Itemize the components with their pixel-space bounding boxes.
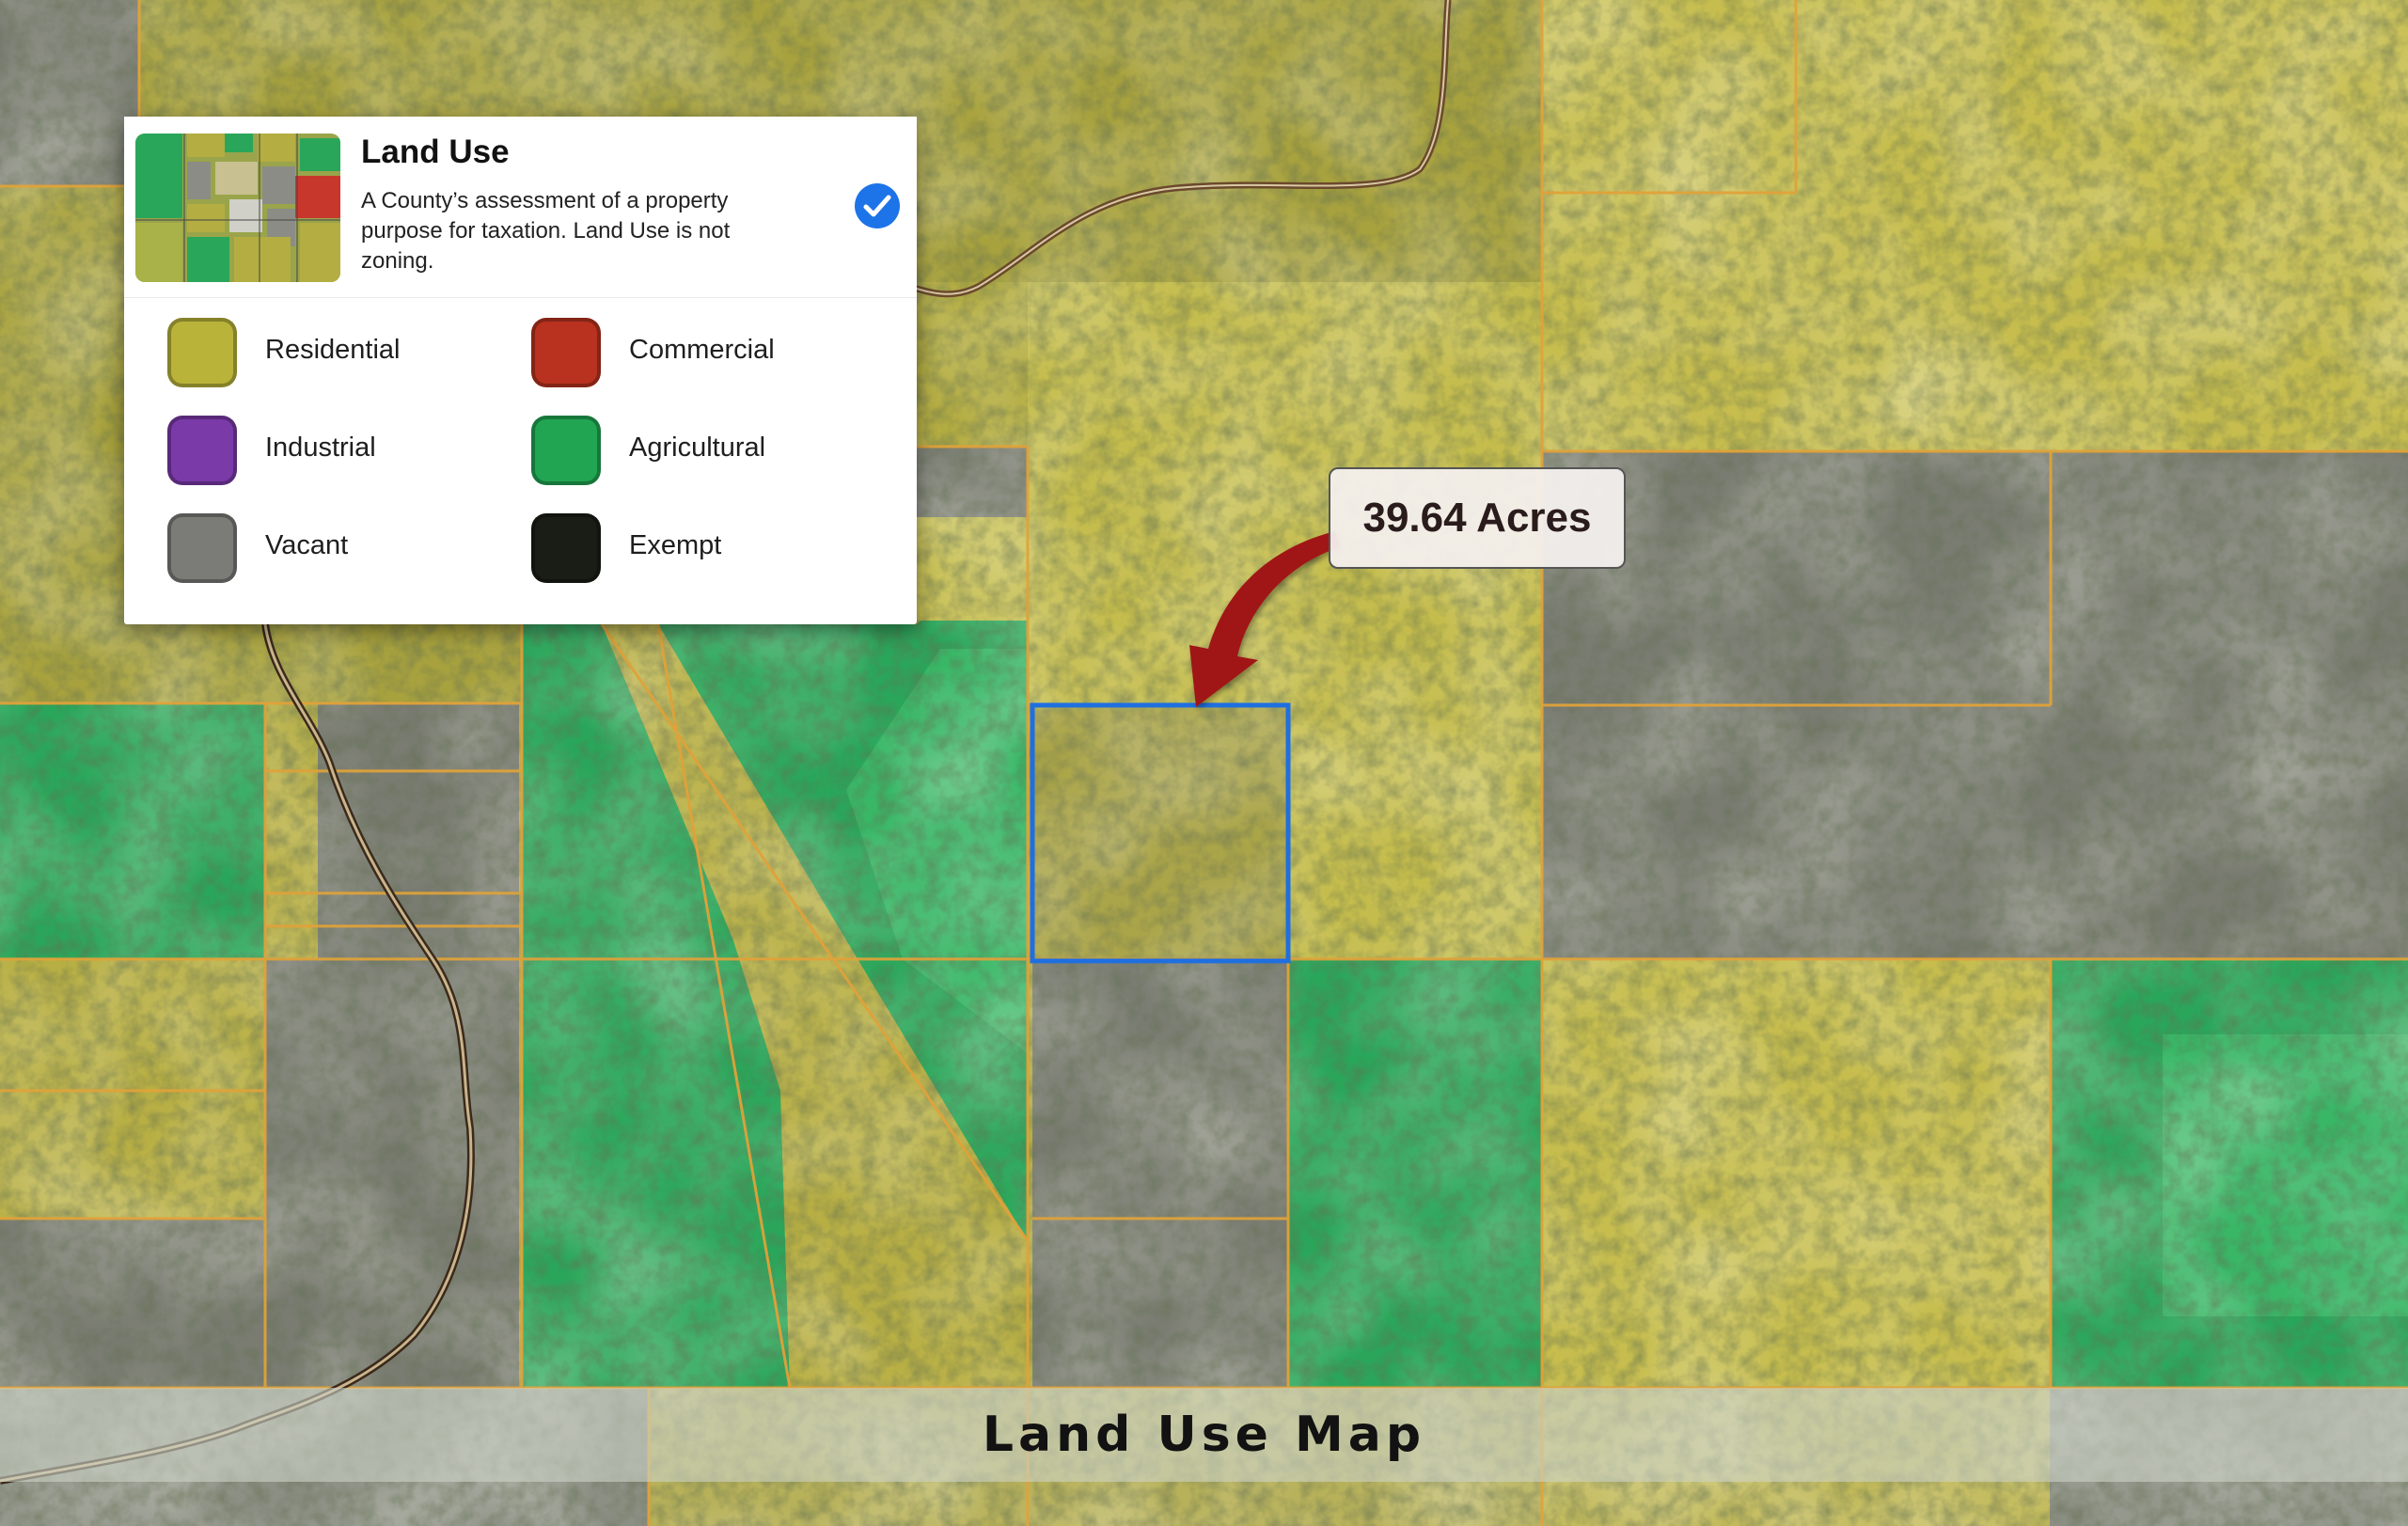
legend-label: Residential (265, 335, 401, 365)
legend-item-industrial: Industrial (124, 406, 463, 485)
map-view[interactable]: Land Use A County’s assessment of a prop… (0, 0, 2408, 1526)
legend-item-commercial: Commercial (488, 308, 826, 387)
legend-label: Vacant (265, 530, 349, 560)
exempt-swatch (531, 513, 601, 583)
legend-description: A County’s assessment of a property purp… (361, 188, 731, 274)
legend-label: Industrial (265, 433, 376, 463)
vacant-swatch (167, 513, 237, 583)
legend-item-exempt: Exempt (488, 504, 826, 583)
caption-bar: Land Use Map (0, 1388, 2408, 1482)
legend-item-agricultural: Agricultural (488, 406, 826, 485)
legend-label: Exempt (629, 530, 722, 560)
checkmark-circle-icon[interactable] (854, 182, 901, 229)
land-use-thumbnail (135, 134, 340, 282)
residential-swatch (167, 318, 237, 387)
agricultural-swatch (531, 416, 601, 485)
acreage-callout: 39.64 Acres (1329, 467, 1626, 569)
legend-label: Agricultural (629, 433, 766, 463)
industrial-swatch (167, 416, 237, 485)
legend-item-vacant: Vacant (124, 504, 463, 583)
legend-title: Land Use (361, 134, 510, 170)
legend-item-residential: Residential (124, 308, 463, 387)
acreage-label: 39.64 Acres (1362, 495, 1592, 541)
land-use-legend-panel: Land Use A County’s assessment of a prop… (124, 117, 917, 624)
highlighted-parcel[interactable] (1030, 702, 1291, 964)
legend-header: Land Use A County’s assessment of a prop… (124, 117, 917, 298)
map-caption: Land Use Map (982, 1407, 1426, 1463)
legend-items: Residential Commercial Industrial Agricu… (124, 297, 917, 624)
commercial-swatch (531, 318, 601, 387)
legend-label: Commercial (629, 335, 775, 365)
